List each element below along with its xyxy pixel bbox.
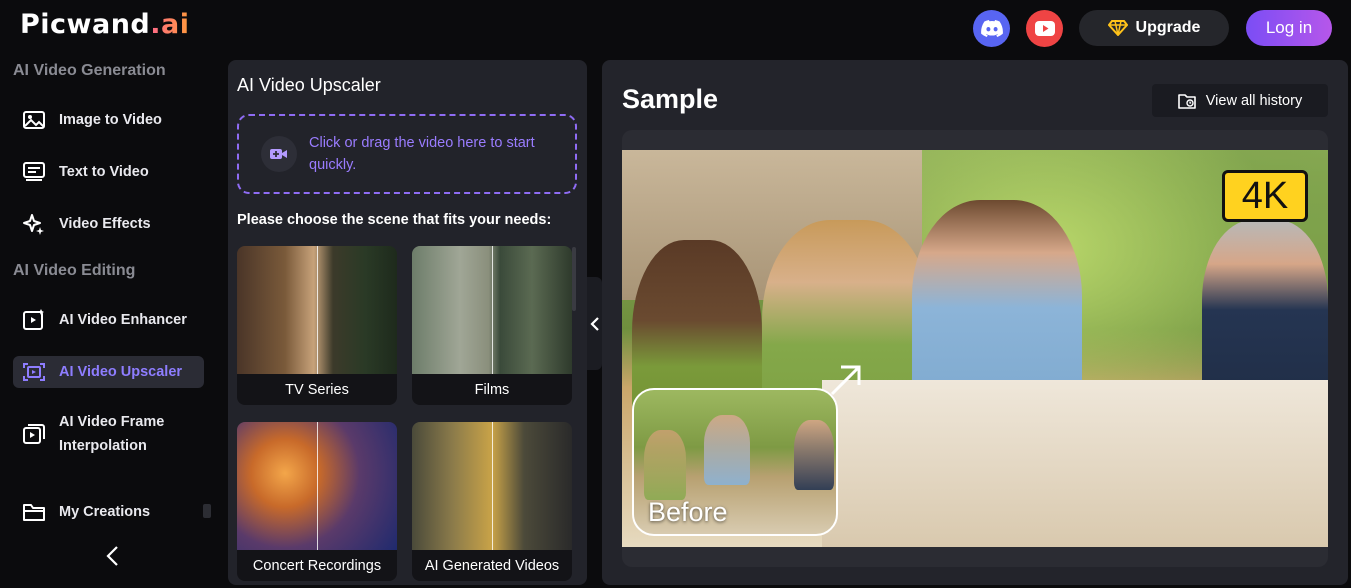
collapse-sidebar-button[interactable] [100,541,124,571]
panel-title: AI Video Upscaler [237,75,381,95]
view-all-history-button[interactable]: View all history [1152,84,1328,117]
scene-label: AI Generated Videos [412,550,572,581]
sidebar-item-image-to-video[interactable]: Image to Video [13,104,204,136]
add-video-icon [261,136,297,172]
discord-button[interactable] [973,10,1010,47]
history-label: View all history [1205,92,1303,109]
folder-icon [21,499,47,525]
sidebar-item-ai-video-enhancer[interactable]: AI Video Enhancer [13,304,204,336]
sample-image: 4K Before [622,150,1328,547]
scene-card-ai-generated-videos[interactable]: AI Generated Videos [412,422,572,581]
sidebar-item-label: Text to Video [59,164,149,180]
upscaler-panel: AI Video Upscaler Click or drag the vide… [228,60,587,585]
4k-badge: 4K [1222,170,1308,222]
compare-divider [492,422,493,550]
sidebar-item-label: AI Video Frame Interpolation [59,414,165,454]
youtube-button[interactable] [1026,10,1063,47]
sidebar-scrollbar[interactable] [203,504,211,518]
dining-table [822,380,1328,547]
sidebar-item-video-effects[interactable]: Video Effects [13,208,204,240]
image-icon [21,107,47,133]
login-button[interactable]: Log in [1246,10,1332,46]
frames-icon [21,421,47,447]
video-drop-zone[interactable]: Click or drag the video here to start qu… [237,114,577,194]
enhance-icon [21,307,47,333]
discord-icon [980,20,1003,37]
scene-prompt: Please choose the scene that fits your n… [237,212,552,228]
sparkle-icon [21,211,47,237]
sidebar-item-label: AI Video Upscaler [59,364,183,380]
sidebar-item-text-to-video[interactable]: Text to Video [13,156,204,188]
chevron-left-icon [589,316,599,331]
sidebar-item-ai-video-frame-interpolation[interactable]: AI Video Frame Interpolation [13,408,204,460]
expand-arrow-icon [830,365,861,396]
compare-divider [317,422,318,550]
top-bar: Picwand.ai Upgrade Log in [0,0,1351,56]
before-label: Before [648,497,728,527]
scene-label: TV Series [237,374,397,405]
sidebar: AI Video Generation Image to Video Text … [0,56,218,588]
scene-label: Concert Recordings [237,550,397,581]
section-ai-video-generation: AI Video Generation [13,62,166,79]
panel-scrollbar[interactable] [572,247,576,311]
sidebar-item-ai-video-upscaler[interactable]: AI Video Upscaler [13,356,204,388]
sidebar-item-label: Video Effects [59,216,151,232]
before-thumbnail: Before [632,388,838,536]
chevron-left-icon [106,546,118,566]
scene-label: Films [412,374,572,405]
scene-card-films[interactable]: Films [412,246,572,405]
sample-stage: 4K Before [622,130,1328,567]
youtube-icon [1034,21,1055,36]
drop-zone-text: Click or drag the video here to start qu… [309,135,535,173]
collapse-panel-button[interactable] [587,277,602,370]
upgrade-label: Upgrade [1135,19,1201,36]
sidebar-item-label: My Creations [59,504,151,520]
upscale-icon [21,359,47,385]
scene-card-tv-series[interactable]: TV Series [237,246,397,405]
history-folder-icon [1177,93,1196,109]
upgrade-button[interactable]: Upgrade [1079,10,1229,46]
compare-divider [492,246,493,374]
sidebar-item-label: Image to Video [59,112,162,128]
diamond-icon [1107,20,1128,36]
text-icon [21,159,47,185]
sample-panel: Sample View all history 4K Before [602,60,1348,585]
person-figure [644,430,686,500]
scene-card-concert-recordings[interactable]: Concert Recordings [237,422,397,581]
sidebar-item-my-creations[interactable]: My Creations [13,496,204,528]
compare-divider [317,246,318,374]
logo[interactable]: Picwand.ai [20,9,190,40]
section-ai-video-editing: AI Video Editing [13,262,136,279]
person-figure [704,415,750,485]
sidebar-item-label: AI Video Enhancer [59,312,187,328]
sample-title: Sample [622,84,719,114]
person-figure [794,420,834,490]
